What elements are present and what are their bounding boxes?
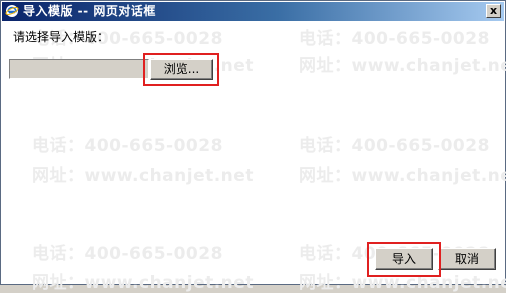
watermark-site: 网址：www.chanjet.net xyxy=(32,273,254,293)
import-button[interactable]: 导入 xyxy=(375,248,433,270)
watermark-phone: 电话：400-665-0028 xyxy=(299,136,490,156)
cancel-button[interactable]: 取消 xyxy=(438,248,496,270)
close-button[interactable]: x xyxy=(486,4,501,18)
watermark-phone: 电话：400-665-0028 xyxy=(299,29,490,49)
file-path-input[interactable] xyxy=(9,59,149,79)
select-template-label: 请选择导入模版： xyxy=(13,30,110,44)
watermark-site: 网址：www.chanjet.net xyxy=(32,166,254,186)
watermark-site: 网址：www.chanjet.net xyxy=(299,166,506,186)
title-bar[interactable]: 导入模版 -- 网页对话框 x xyxy=(2,2,504,21)
ie-icon xyxy=(5,4,19,18)
watermark-site: 网址：www.chanjet.net xyxy=(299,56,506,76)
watermark-phone: 电话：400-665-0028 xyxy=(32,136,223,156)
dialog-title: 导入模版 -- 网页对话框 xyxy=(23,4,156,18)
dialog-window: 导入模版 -- 网页对话框 x 电话：400-665-0028 电话：400-6… xyxy=(0,0,506,293)
watermark-site: 网址：www.chanjet.net xyxy=(299,273,506,293)
watermark-phone: 电话：400-665-0028 xyxy=(32,244,223,264)
browse-button[interactable]: 浏览... xyxy=(150,59,213,80)
dialog-content: 电话：400-665-0028 电话：400-665-0028 网址：www.c… xyxy=(2,21,506,293)
